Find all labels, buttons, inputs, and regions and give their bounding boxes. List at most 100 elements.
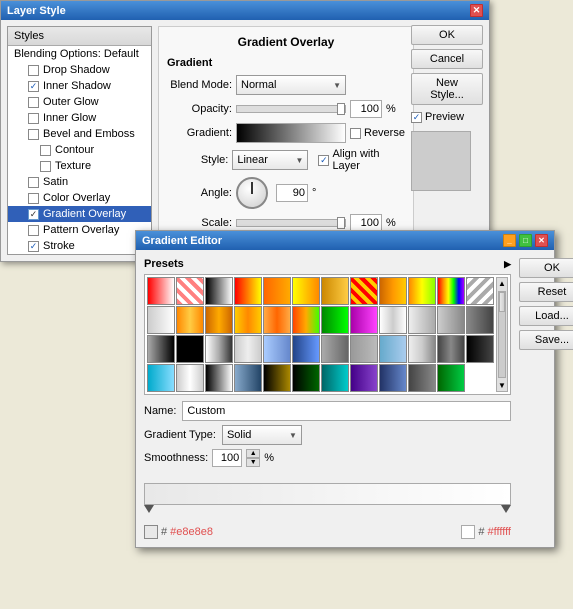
preset-swatch-9[interactable] [408,277,436,305]
scrollbar-thumb[interactable] [499,292,505,312]
drop-shadow-checkbox[interactable] [28,65,39,76]
sidebar-item-gradient-overlay[interactable]: Gradient Overlay [8,206,151,222]
preset-swatch-46[interactable] [437,364,465,392]
preset-swatch-22[interactable] [437,306,465,334]
preset-swatch-25[interactable] [176,335,204,363]
stop-color-right-box[interactable] [461,525,475,539]
preset-swatch-27[interactable] [234,335,262,363]
preset-swatch-21[interactable] [408,306,436,334]
ge-load-button[interactable]: Load... [519,306,573,326]
ge-minimize-button[interactable]: _ [503,234,516,247]
gradient-overlay-checkbox[interactable] [28,209,39,220]
preset-swatch-45[interactable] [408,364,436,392]
preset-swatch-17[interactable] [292,306,320,334]
preset-swatch-30[interactable] [321,335,349,363]
gradient-bar[interactable] [144,483,511,505]
texture-checkbox[interactable] [40,161,51,172]
preset-swatch-15[interactable] [234,306,262,334]
preset-swatch-4[interactable] [263,277,291,305]
preset-swatch-29[interactable] [292,335,320,363]
sidebar-item-satin[interactable]: Satin [8,174,151,190]
ge-stepper-down-button[interactable]: ▼ [246,458,260,467]
ge-maximize-button[interactable]: □ [519,234,532,247]
preset-swatch-36[interactable] [147,364,175,392]
ge-ok-button[interactable]: OK [519,258,573,278]
preset-swatch-12[interactable] [147,306,175,334]
gradient-preview[interactable] [236,123,346,143]
sidebar-item-drop-shadow[interactable]: Drop Shadow [8,62,151,78]
preset-swatch-11[interactable] [466,277,494,305]
preset-swatch-2[interactable] [205,277,233,305]
preset-swatch-23[interactable] [466,306,494,334]
scale-slider[interactable] [236,219,346,227]
contour-checkbox[interactable] [40,145,51,156]
preset-swatch-13[interactable] [176,306,204,334]
preset-swatch-16[interactable] [263,306,291,334]
preset-swatch-39[interactable] [234,364,262,392]
stop-color-left-box[interactable] [144,525,158,539]
preset-swatch-38[interactable] [205,364,233,392]
stop-marker-right[interactable] [501,505,511,513]
sidebar-item-color-overlay[interactable]: Color Overlay [8,190,151,206]
outer-glow-checkbox[interactable] [28,97,39,108]
preset-swatch-10[interactable] [437,277,465,305]
ge-reset-button[interactable]: Reset [519,282,573,302]
opacity-slider[interactable] [236,105,346,113]
preset-swatch-33[interactable] [408,335,436,363]
preset-swatch-40[interactable] [263,364,291,392]
reverse-label[interactable]: Reverse [350,127,405,139]
sidebar-item-pattern-overlay[interactable]: Pattern Overlay [8,222,151,238]
stroke-checkbox[interactable] [28,241,39,252]
preset-swatch-42[interactable] [321,364,349,392]
preset-swatch-7[interactable] [350,277,378,305]
sidebar-item-contour[interactable]: Contour [8,142,151,158]
preset-swatch-26[interactable] [205,335,233,363]
sidebar-item-inner-glow[interactable]: Inner Glow [8,110,151,126]
inner-shadow-checkbox[interactable] [28,81,39,92]
preset-swatch-31[interactable] [350,335,378,363]
scrollbar-up-icon[interactable]: ▲ [497,278,507,289]
preset-swatch-19[interactable] [350,306,378,334]
preset-swatch-35[interactable] [466,335,494,363]
opacity-input[interactable] [350,100,382,118]
blend-mode-dropdown[interactable]: Normal ▼ [236,75,346,95]
preset-swatch-34[interactable] [437,335,465,363]
ge-smoothness-input[interactable] [212,449,242,467]
preset-swatch-6[interactable] [321,277,349,305]
preset-swatch-41[interactable] [292,364,320,392]
preset-swatch-8[interactable] [379,277,407,305]
preset-swatch-20[interactable] [379,306,407,334]
style-dropdown[interactable]: Linear ▼ [232,150,308,170]
align-layer-checkbox[interactable] [318,155,329,166]
sidebar-item-stroke[interactable]: Stroke [8,238,151,254]
new-style-button[interactable]: New Style... [411,73,483,105]
sidebar-item-blending-options[interactable]: Blending Options: Default [8,46,151,62]
ge-save-button[interactable]: Save... [519,330,573,350]
scale-thumb[interactable] [337,217,345,229]
sidebar-item-inner-shadow[interactable]: Inner Shadow [8,78,151,94]
pattern-overlay-checkbox[interactable] [28,225,39,236]
preset-swatch-3[interactable] [234,277,262,305]
scrollbar-down-icon[interactable]: ▼ [497,380,507,391]
preset-swatch-37[interactable] [176,364,204,392]
preset-swatch-24[interactable] [147,335,175,363]
preset-swatch-18[interactable] [321,306,349,334]
stop-marker-left[interactable] [144,505,154,513]
sidebar-item-bevel-emboss[interactable]: Bevel and Emboss [8,126,151,142]
preset-swatch-0[interactable] [147,277,175,305]
preset-swatch-28[interactable] [263,335,291,363]
preset-swatch-5[interactable] [292,277,320,305]
satin-checkbox[interactable] [28,177,39,188]
reverse-checkbox[interactable] [350,128,361,139]
ge-stepper-up-button[interactable]: ▲ [246,449,260,458]
preset-swatch-32[interactable] [379,335,407,363]
layer-style-close-button[interactable]: ✕ [470,4,483,17]
preset-swatch-14[interactable] [205,306,233,334]
preset-swatch-1[interactable] [176,277,204,305]
ge-close-button[interactable]: ✕ [535,234,548,247]
preset-swatch-44[interactable] [379,364,407,392]
sidebar-item-texture[interactable]: Texture [8,158,151,174]
preview-label[interactable]: Preview [411,111,483,123]
color-overlay-checkbox[interactable] [28,193,39,204]
bevel-emboss-checkbox[interactable] [28,129,39,140]
